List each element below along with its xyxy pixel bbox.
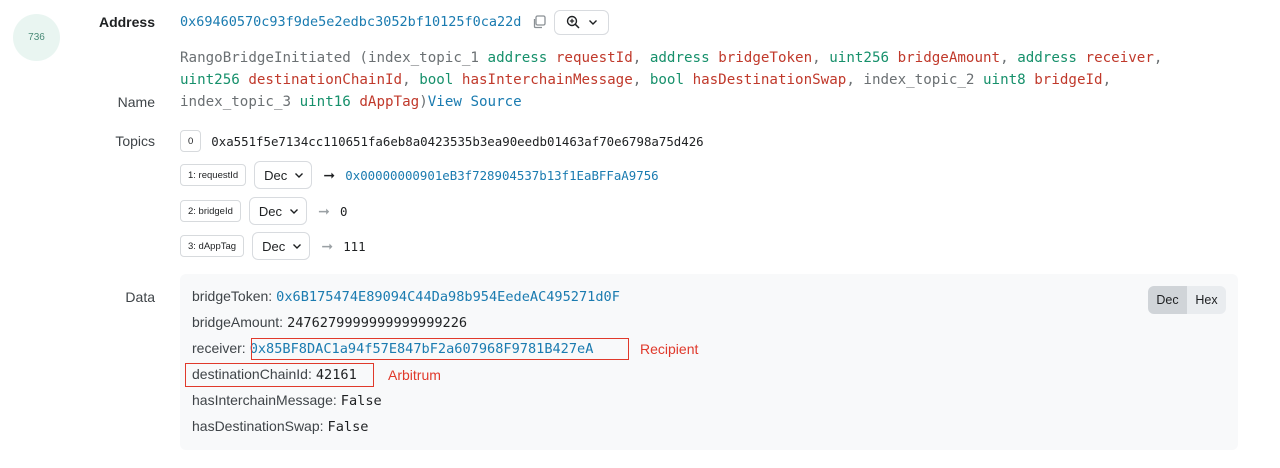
param-name: hasDestinationSwap	[692, 72, 847, 88]
data-key: bridgeAmount	[192, 314, 280, 330]
topic-value: 0xa551f5e7134cc110651fa6eb8a0423535b3ea9…	[211, 133, 704, 149]
chevron-down-icon	[588, 20, 597, 25]
topic-row-1: 1: requestId Dec ➞ 0x00000000901eB3f7289…	[180, 161, 659, 189]
data-row-has-destination-swap: hasDestinationSwap : False	[192, 418, 368, 435]
address-row: 0x69460570c93f9de5e2edbc3052bf10125f0ca2…	[180, 9, 610, 35]
zoom-dropdown-button[interactable]	[554, 9, 610, 35]
param-separator: ,	[846, 72, 864, 88]
dec-hex-toggle: Dec Hex	[1148, 286, 1226, 314]
data-key: hasDestinationSwap	[192, 418, 320, 434]
data-value: 2476279999999999999226	[287, 315, 468, 331]
arrow-right-icon: ➞	[321, 237, 334, 254]
param-name: dAppTag	[359, 94, 420, 110]
log-index-badge: 736	[13, 14, 60, 61]
topic-value: 111	[343, 238, 366, 254]
name-label: Name	[117, 94, 155, 110]
event-name: RangoBridgeInitiated	[180, 50, 351, 66]
topic-index-badge: 0	[180, 130, 202, 152]
param-name: bridgeAmount	[897, 50, 1001, 66]
param-type: bool	[649, 72, 685, 88]
topic-format-select[interactable]: Dec	[254, 161, 313, 189]
hex-toggle-button[interactable]: Hex	[1187, 286, 1226, 314]
topic-row-0: 0 0xa551f5e7134cc110651fa6eb8a0423535b3e…	[180, 130, 704, 152]
zoom-in-icon	[566, 15, 580, 29]
data-key: receiver	[192, 340, 242, 356]
topic-format-select[interactable]: Dec	[252, 232, 311, 260]
data-panel: bridgeToken : 0x6B175474E89094C44Da98b95…	[180, 274, 1238, 450]
param-separator: ,	[1102, 72, 1112, 88]
view-source-link[interactable]: View Source	[428, 94, 522, 110]
topic-address-link[interactable]: 0x00000000901eB3f728904537b13f1EaBFFaA97…	[345, 168, 658, 183]
chevron-down-icon	[293, 244, 302, 249]
param-separator: ,	[1000, 50, 1018, 66]
param-type: uint256	[829, 50, 890, 66]
topic-format-select[interactable]: Dec	[248, 197, 308, 225]
param-separator: ,	[402, 72, 420, 88]
data-label: Data	[125, 289, 155, 305]
param-type: address	[1017, 50, 1077, 66]
topic-index-badge: 3: dAppTag	[180, 235, 245, 257]
select-value: Dec	[264, 167, 288, 183]
select-value: Dec	[258, 203, 283, 219]
address-label: Address	[98, 14, 155, 30]
chevron-down-icon	[290, 209, 299, 214]
data-separator: :	[279, 314, 284, 330]
receiver-highlight-box	[251, 338, 629, 360]
data-separator: :	[241, 340, 246, 356]
copy-icon[interactable]	[532, 15, 547, 29]
select-value: Dec	[262, 238, 286, 254]
topics-label: Topics	[115, 133, 155, 149]
data-value: False	[327, 419, 369, 435]
data-row-has-interchain-message: hasInterchainMessage : False	[192, 392, 382, 409]
param-name: hasInterchainMessage	[461, 72, 633, 88]
param-name: destinationChainId	[248, 72, 403, 88]
address-link[interactable]: 0x69460570c93f9de5e2edbc3052bf10125f0ca2…	[180, 14, 521, 30]
data-row-bridge-token: bridgeToken : 0x6B175474E89094C44Da98b95…	[192, 288, 620, 305]
param-name: requestId	[555, 50, 633, 66]
param-separator: ,	[632, 72, 650, 88]
recipient-annotation: Recipient	[640, 341, 699, 357]
param-type: uint256	[180, 72, 240, 88]
param-name: bridgeId	[1034, 72, 1103, 88]
param-type: address	[649, 50, 710, 66]
arbitrum-annotation: Arbitrum	[388, 367, 441, 383]
topic-row-2: 2: bridgeId Dec ➞ 0	[180, 197, 348, 225]
data-separator: :	[319, 418, 324, 434]
param-type: address	[487, 50, 548, 66]
param-name: bridgeToken	[718, 50, 813, 66]
dec-toggle-button[interactable]: Dec	[1148, 286, 1187, 314]
param-separator: ,	[632, 50, 650, 66]
chain-id-highlight-box	[185, 363, 374, 387]
param-type: uint8	[983, 72, 1026, 88]
data-key: bridgeToken	[192, 288, 269, 304]
param-separator: ,	[812, 50, 830, 66]
param-8-prefix: index_topic_3	[180, 94, 300, 110]
event-signature: RangoBridgeInitiated (index_topic_1 addr…	[180, 50, 1163, 110]
topic-index-badge: 1: requestId	[180, 164, 247, 186]
param-type: uint16	[299, 94, 351, 110]
chevron-down-icon	[295, 173, 304, 178]
param-separator: ,	[1153, 50, 1163, 66]
data-separator: :	[332, 392, 337, 408]
data-separator: :	[268, 288, 273, 304]
param-name: receiver	[1085, 50, 1154, 66]
arrow-right-icon: ➞	[318, 202, 330, 219]
topic-row-3: 3: dAppTag Dec ➞ 111	[180, 232, 366, 260]
param-type: bool	[419, 72, 454, 88]
param-7-prefix: index_topic_2	[863, 72, 983, 88]
arrow-right-icon: ➞	[323, 166, 336, 183]
data-value-link[interactable]: 0x6B175474E89094C44Da98b954EedeAC495271d…	[276, 289, 620, 305]
param-0-prefix: index_topic_1	[367, 50, 488, 66]
topic-value: 0	[340, 203, 348, 219]
data-key: hasInterchainMessage	[192, 392, 333, 408]
topic-index-badge: 2: bridgeId	[180, 200, 241, 222]
data-value: False	[340, 393, 382, 409]
data-row-bridge-amount: bridgeAmount : 2476279999999999999226	[192, 314, 467, 331]
